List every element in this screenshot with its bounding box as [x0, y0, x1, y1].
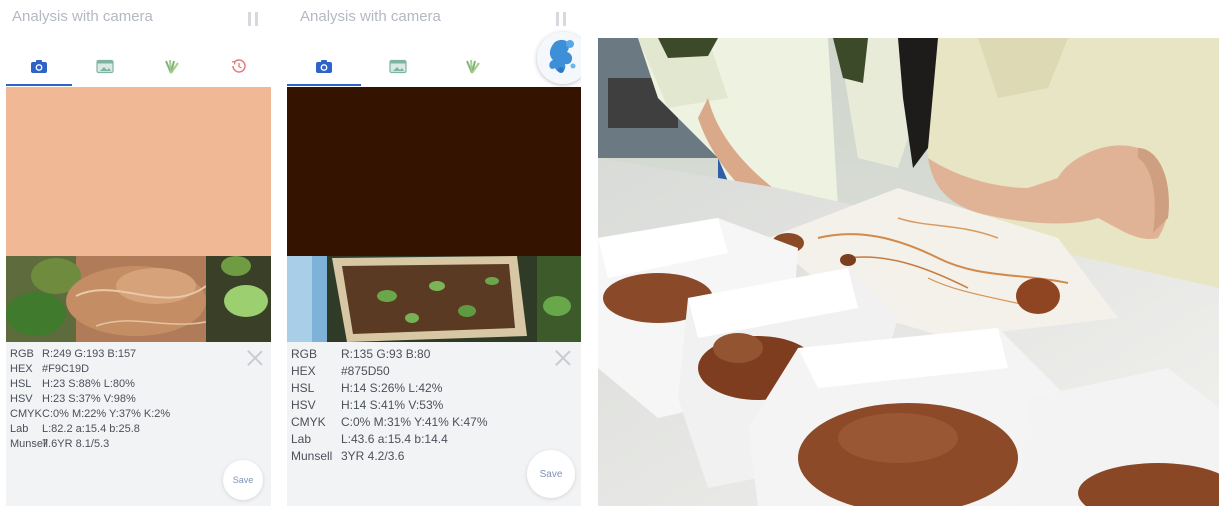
- save-button[interactable]: Save: [527, 450, 575, 498]
- info-label: Lab: [10, 423, 29, 435]
- close-icon[interactable]: [247, 350, 263, 366]
- info-value: L:43.6 a:15.4 b:14.4: [341, 432, 448, 446]
- mode-tabs: [6, 46, 271, 86]
- info-value: H:14 S:41% V:53%: [341, 398, 444, 412]
- leaf-icon: [466, 59, 480, 74]
- info-row-cmyk: CMYKC:0% M:22% Y:37% K:2%: [10, 408, 170, 423]
- info-value: C:0% M:22% Y:37% K:2%: [42, 408, 171, 420]
- save-button[interactable]: Save: [223, 460, 263, 500]
- pause-icon[interactable]: [247, 12, 259, 26]
- soil-samples-photo: [598, 38, 1219, 506]
- info-label: Munsell: [10, 438, 48, 450]
- camera-icon: [31, 59, 47, 73]
- app-title: Analysis with camera: [12, 8, 153, 25]
- image-icon: [96, 59, 114, 73]
- info-value: H:14 S:26% L:42%: [341, 381, 443, 395]
- info-value: H:23 S:37% V:98%: [42, 393, 136, 405]
- info-row-munsell: Munsell7.6YR 8.1/5.3: [10, 438, 109, 453]
- tab-history[interactable]: [204, 46, 271, 86]
- active-tab-indicator: [287, 84, 361, 86]
- info-row-hex: HEX #875D50: [291, 364, 390, 380]
- info-value: #F9C19D: [42, 363, 90, 375]
- avatar[interactable]: [537, 32, 581, 84]
- info-value: C:0% M:31% Y:41% K:47%: [341, 415, 488, 429]
- info-label: RGB: [291, 347, 318, 361]
- info-row-hsv: HSV H:14 S:41% V:53%: [291, 398, 443, 414]
- camera-preview-photo: [6, 256, 271, 342]
- image-icon: [389, 59, 407, 73]
- info-label: HSV: [291, 398, 316, 412]
- info-label: HSL: [291, 381, 315, 395]
- info-row-rgb: RGB R:249 G:193 B:157: [10, 348, 136, 363]
- tab-gallery[interactable]: [72, 46, 138, 86]
- info-row-munsell: Munsell 3YR 4.2/3.6: [291, 449, 404, 465]
- info-value: L:82.2 a:15.4 b:25.8: [42, 423, 140, 435]
- info-label: Munsell: [291, 449, 333, 463]
- info-label: HEX: [291, 364, 316, 378]
- color-info-panel: RGB R:249 G:193 B:157 HEX #F9C19D HSL H:23 …: [6, 342, 271, 506]
- camera-icon: [316, 59, 332, 73]
- app-title: Analysis with camera: [300, 8, 441, 25]
- tab-plant[interactable]: [435, 46, 509, 86]
- info-value: #875D50: [341, 364, 390, 378]
- info-row-hsl: HSL H:23 S:88% L:80%: [10, 378, 135, 393]
- tab-gallery[interactable]: [361, 46, 435, 86]
- info-row-hex: HEX #F9C19D: [10, 363, 89, 378]
- color-swatch: [287, 87, 581, 256]
- active-tab-indicator: [6, 84, 72, 86]
- camera-preview-photo: [287, 256, 581, 342]
- history-icon: [231, 59, 246, 73]
- info-label: HEX: [10, 363, 33, 375]
- info-row-cmyk: CMYK C:0% M:31% Y:41% K:47%: [291, 415, 488, 431]
- tab-plant[interactable]: [138, 46, 204, 86]
- color-info-panel: RGB R:135 G:93 B:80 HEX #875D50 HSL H:14 S:…: [287, 342, 581, 506]
- info-label: CMYK: [291, 415, 326, 429]
- info-row-rgb: RGB R:135 G:93 B:80: [291, 347, 430, 363]
- info-value: 7.6YR 8.1/5.3: [42, 438, 110, 450]
- info-label: CMYK: [10, 408, 42, 420]
- info-label: HSV: [10, 393, 33, 405]
- app-screen-2: Analysis with camera RGB R:135 G:93 B:80…: [287, 0, 581, 506]
- info-value: R:249 G:193 B:157: [42, 348, 137, 360]
- info-row-hsv: HSV H:23 S:37% V:98%: [10, 393, 136, 408]
- info-value: 3YR 4.2/3.6: [341, 449, 405, 463]
- info-row-hsl: HSL H:14 S:26% L:42%: [291, 381, 442, 397]
- info-label: HSL: [10, 378, 32, 390]
- leaf-icon: [165, 59, 179, 74]
- app-screen-1: Analysis with camera RGB R:249 G:193 B:1…: [6, 0, 271, 506]
- info-row-lab: Lab L:82.2 a:15.4 b:25.8: [10, 423, 140, 438]
- info-label: Lab: [291, 432, 312, 446]
- info-label: RGB: [10, 348, 34, 360]
- info-value: H:23 S:88% L:80%: [42, 378, 135, 390]
- info-value: R:135 G:93 B:80: [341, 347, 431, 361]
- info-row-lab: Lab L:43.6 a:15.4 b:14.4: [291, 432, 448, 448]
- color-swatch: [6, 87, 271, 256]
- tab-camera[interactable]: [6, 46, 72, 86]
- tab-camera[interactable]: [287, 46, 361, 86]
- pause-icon[interactable]: [555, 12, 567, 26]
- close-icon[interactable]: [555, 350, 571, 366]
